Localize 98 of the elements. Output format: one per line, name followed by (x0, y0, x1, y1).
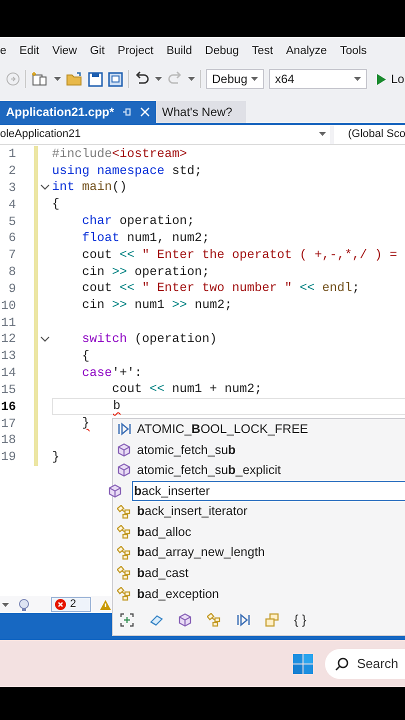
class-icon (117, 546, 131, 560)
code-line: int main() (52, 180, 128, 196)
code-line: } (52, 450, 60, 465)
project-dropdown[interactable]: oleApplication21 (0, 124, 330, 144)
class-icon (117, 587, 131, 602)
code-line: } (81, 416, 90, 431)
code-line: float num1, num2; (81, 230, 210, 246)
completion-item[interactable]: bad_exception (113, 584, 405, 604)
code-line: { (52, 197, 60, 212)
warning-icon[interactable] (99, 598, 112, 611)
line-number: 15 (0, 382, 16, 398)
menu-item[interactable]: Analyze (286, 42, 327, 60)
code-line: cout << num1 + num2; (111, 382, 262, 398)
menu-item[interactable]: Debug (205, 42, 239, 60)
menu-item[interactable]: e (0, 42, 6, 60)
save-icon[interactable] (88, 72, 103, 87)
document-tab[interactable]: Application21.cpp* (0, 100, 156, 123)
class-icon (117, 525, 131, 540)
close-icon[interactable] (140, 106, 150, 117)
taskbar-search[interactable]: Search (325, 648, 405, 679)
line-number: 11 (0, 314, 16, 331)
function-icon (117, 442, 131, 457)
code-line: using namespace std; (52, 164, 202, 179)
document-tab[interactable]: What's New? (156, 100, 246, 123)
caret-icon (354, 77, 361, 82)
function-icon (117, 463, 131, 478)
completion-item[interactable]: ATOMIC_BOOL_LOCK_FREE (113, 419, 405, 440)
run-button[interactable]: Lo (376, 70, 404, 88)
search-icon (335, 656, 349, 671)
line-number: 4 (7, 196, 16, 213)
line-number: 9 (7, 280, 16, 297)
pin-icon[interactable] (122, 106, 132, 117)
class-icon (117, 566, 131, 580)
menu-item[interactable]: Build (166, 42, 192, 60)
error-count[interactable]: 2 (51, 597, 91, 612)
caret-icon (319, 132, 326, 136)
menu-item[interactable]: Git (90, 42, 105, 60)
line-number: 8 (7, 264, 16, 280)
completion-item[interactable]: atomic_fetch_sub_explicit (113, 460, 405, 481)
line-number: 16 (0, 398, 16, 415)
error-icon (55, 599, 66, 610)
windows-start-icon[interactable] (293, 654, 313, 674)
function-filter-icon[interactable] (178, 613, 192, 628)
code-line: cout << " Enter two number " << endl; (81, 281, 360, 296)
menu-item[interactable]: Test (252, 42, 274, 60)
line-number: 13 (0, 348, 16, 364)
line-number: 6 (7, 230, 16, 246)
line-number: 7 (7, 247, 16, 264)
caret-icon[interactable] (54, 77, 61, 82)
lightbulb-icon[interactable] (17, 598, 31, 612)
completion-item[interactable]: bad_cast (113, 563, 405, 584)
completion-item[interactable]: bad_alloc (113, 522, 405, 543)
macro-icon (117, 422, 131, 436)
code-line: switch (operation) (81, 332, 218, 347)
code-line: cout << " Enter the operatot ( +,-,*,/ ) = (81, 248, 398, 263)
menu-item[interactable]: Edit (19, 42, 40, 60)
scope-dropdown[interactable]: (Global Sco (334, 124, 405, 144)
code-line: char operation; (81, 214, 195, 230)
line-number: 12 (0, 331, 16, 348)
code-line: cin >> operation; (81, 264, 210, 280)
code-line: cin >> num1 >> num2; (81, 298, 232, 314)
expand-filter-icon[interactable] (120, 613, 134, 628)
menu-item[interactable]: Project (118, 42, 154, 60)
fold-icon[interactable] (40, 184, 50, 192)
line-number: 17 (0, 416, 16, 432)
code-line: b (112, 399, 121, 414)
line-number: 1 (7, 146, 16, 162)
caret-icon (251, 77, 258, 82)
completion-item[interactable]: bad_array_new_length (113, 542, 405, 564)
variable-filter-icon[interactable] (149, 613, 163, 628)
code-line: { (81, 348, 90, 364)
code-line: #include<iostream> (52, 146, 188, 162)
line-number: 19 (0, 449, 16, 466)
line-number: 10 (0, 298, 16, 314)
function-icon (108, 484, 122, 498)
play-icon (376, 72, 387, 86)
configuration-select[interactable]: Debug (206, 69, 264, 90)
line-number: 2 (7, 163, 16, 180)
menu-item[interactable]: View (52, 42, 77, 60)
line-number: 18 (0, 432, 16, 448)
completion-item[interactable]: atomic_fetch_sub (113, 440, 405, 460)
platform-select[interactable]: x64 (269, 69, 367, 90)
caret-icon[interactable] (188, 77, 195, 82)
fold-icon[interactable] (40, 336, 50, 343)
folder-icon[interactable] (66, 72, 83, 86)
line-number: 5 (7, 214, 16, 230)
line-number: 3 (7, 180, 16, 196)
menu-item[interactable]: Tools (340, 42, 367, 60)
line-number: 14 (0, 365, 16, 382)
code-line: case'+': (81, 366, 142, 381)
save-all-icon[interactable] (108, 72, 123, 87)
macro-filter-icon[interactable] (236, 613, 250, 628)
caret-icon[interactable] (155, 77, 162, 82)
caret-icon[interactable] (2, 602, 9, 607)
namespace-filter[interactable]: { } (294, 610, 306, 630)
completion-item[interactable]: back_insert_iterator (113, 501, 405, 522)
new-project-icon[interactable] (31, 71, 49, 88)
class-icon (117, 504, 131, 519)
